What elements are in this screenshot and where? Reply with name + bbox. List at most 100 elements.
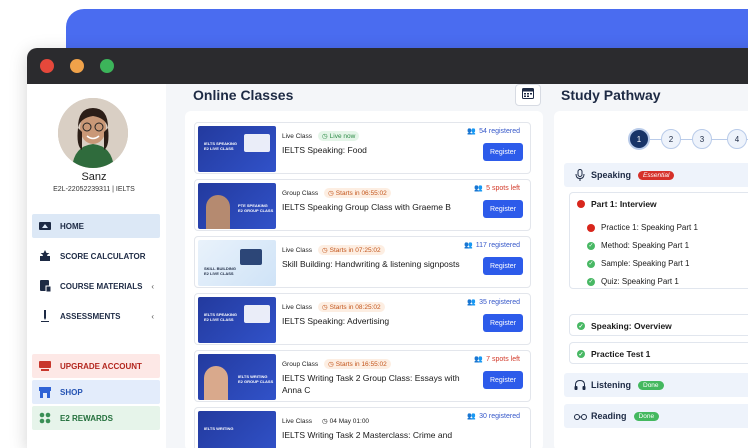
status-badge: ◷ Starts in 08:25:02 [317, 302, 385, 312]
upgrade-icon [39, 360, 51, 372]
pathway-item[interactable]: ✓ Method: Speaking Part 1 [587, 241, 689, 250]
clock-icon: ◷ [328, 361, 334, 368]
class-thumbnail: IELTS WRITING [198, 411, 276, 448]
class-type: Live Class [282, 303, 312, 311]
calendar-icon [522, 86, 534, 104]
status-text: Live now [329, 132, 356, 140]
step-4[interactable]: 4 [727, 129, 747, 149]
clock-icon: ◷ [328, 190, 334, 197]
users-icon: 👥 [467, 128, 477, 135]
step-1[interactable]: 1 [628, 128, 650, 150]
check-icon: ✓ [587, 277, 595, 286]
sidebar-item-e2-rewards[interactable]: E2 REWARDS [32, 406, 160, 430]
step-3[interactable]: 3 [692, 129, 712, 149]
incomplete-dot [587, 223, 595, 232]
section-listening[interactable]: Listening Done [564, 373, 748, 397]
register-button[interactable]: Register [483, 371, 523, 389]
registration-count-text: 35 registered [479, 298, 520, 306]
section-speaking[interactable]: Speaking Essential [564, 163, 748, 187]
pathway-item[interactable]: ✓ Sample: Speaking Part 1 [587, 259, 690, 268]
class-card[interactable]: IELTS WRITING E2 GROUP CLASS Group Class… [194, 350, 531, 402]
register-button[interactable]: Register [483, 200, 523, 218]
pencil-icon [39, 310, 51, 322]
status-badge: ◷ Starts in 06:55:02 [324, 188, 391, 198]
status-badge: ◷ Starts in 16:55:02 [324, 359, 391, 369]
live-icon: ◷ [321, 133, 328, 140]
part1-label: Part 1: Interview [591, 199, 657, 209]
practice-test-box[interactable]: ✓ Practice Test 1 [569, 342, 748, 364]
online-classes-panel: IELTS SPEAKING E2 LIVE CLASS Live Class … [185, 111, 543, 448]
status-text: Starts in 16:55:02 [335, 360, 387, 368]
class-card[interactable]: PTE SPEAKING E2 GROUP CLASS Group Class … [194, 179, 531, 231]
spots-left-text: 7 spots left [486, 355, 520, 363]
shop-icon [39, 386, 51, 398]
class-type: Group Class [282, 189, 319, 197]
registration-count-text: 30 registered [479, 412, 520, 420]
thumbnail-caption: PTE SPEAKING E2 GROUP CLASS [238, 203, 274, 213]
sidebar-item-shop[interactable]: SHOP [32, 380, 160, 404]
thumbnail-caption: IELTS SPEAKING E2 LIVE CLASS [204, 312, 238, 322]
class-thumbnail: SKILL BUILDING E2 LIVE CLASS [198, 240, 276, 286]
thumbnail-screen [244, 305, 270, 323]
thumbnail-teacher [204, 366, 228, 400]
chevron-left-icon: ‹ [151, 311, 154, 321]
section-label: Reading [591, 411, 627, 421]
registration-count: 👥 30 registered [467, 412, 520, 421]
class-card[interactable]: IELTS WRITING Live Class ◷ 04 May 01:00 I… [194, 407, 531, 448]
users-icon: 👥 [467, 299, 477, 306]
status-text: Starts in 08:25:02 [329, 303, 381, 311]
overview-label: Speaking: Overview [591, 321, 672, 331]
clock-icon: ◷ [321, 304, 328, 311]
pathway-item-label: Sample: Speaking Part 1 [601, 259, 690, 268]
sidebar-item-score-calculator[interactable]: SCORE CALCULATOR [32, 244, 160, 268]
spots-left: 👥 7 spots left [474, 355, 520, 364]
avatar[interactable] [58, 98, 128, 168]
step-2[interactable]: 2 [661, 129, 681, 149]
section-label: Listening [591, 380, 631, 390]
spots-left-text: 5 spots left [486, 184, 520, 192]
close-window-button[interactable] [40, 59, 54, 73]
class-card[interactable]: SKILL BUILDING E2 LIVE CLASS Live Class … [194, 236, 531, 288]
microphone-icon [574, 169, 586, 181]
users-icon: 👥 [464, 242, 473, 249]
calendar-button[interactable] [515, 84, 541, 106]
app-window: Sanz E2L-22052239311 | IELTS HOME SCORE … [27, 48, 748, 448]
users-icon: 👥 [467, 413, 477, 420]
title-bar [27, 48, 748, 84]
check-icon: ✓ [577, 350, 585, 358]
sidebar-item-label: COURSE MATERIALS [60, 281, 143, 291]
class-type: Live Class [282, 132, 312, 140]
maximize-window-button[interactable] [100, 59, 114, 73]
overview-box[interactable]: ✓ Speaking: Overview [569, 314, 748, 336]
pathway-item[interactable]: Practice 1: Speaking Part 1 [587, 223, 698, 232]
sidebar-item-course-materials[interactable]: COURSE MATERIALS ‹ [32, 274, 160, 298]
essential-badge: Essential [638, 170, 675, 180]
user-name: Sanz [81, 171, 107, 183]
pathway-item[interactable]: ✓ Quiz: Speaking Part 1 [587, 277, 679, 286]
registration-count: 👥 35 registered [467, 298, 520, 307]
status-badge: ◷ Live now [317, 131, 360, 141]
done-badge: Done [638, 380, 664, 390]
study-pathway-title: Study Pathway [561, 87, 661, 103]
thumbnail-caption: IELTS SPEAKING E2 LIVE CLASS [204, 141, 238, 151]
thumbnail-teacher [206, 195, 230, 229]
section-reading[interactable]: Reading Done [564, 404, 748, 428]
class-card[interactable]: IELTS SPEAKING E2 LIVE CLASS Live Class … [194, 122, 531, 174]
app-content: Sanz E2L-22052239311 | IELTS HOME SCORE … [27, 84, 748, 448]
overview-row: ✓ Speaking: Overview [577, 321, 672, 331]
sidebar-item-assessments[interactable]: ASSESSMENTS ‹ [32, 304, 160, 328]
part1-header[interactable]: Part 1: Interview [577, 199, 657, 209]
register-button[interactable]: Register [483, 314, 523, 332]
class-card[interactable]: IELTS SPEAKING E2 LIVE CLASS Live Class … [194, 293, 531, 345]
thumbnail-caption: IELTS WRITING [204, 426, 234, 431]
date-text: 04 May 01:00 [329, 417, 370, 425]
minimize-window-button[interactable] [70, 59, 84, 73]
class-thumbnail: PTE SPEAKING E2 GROUP CLASS [198, 183, 276, 229]
register-button[interactable]: Register [483, 143, 523, 161]
sidebar-item-label: SHOP [60, 387, 83, 397]
sidebar-item-home[interactable]: HOME [32, 214, 160, 238]
sidebar-item-upgrade-account[interactable]: UPGRADE ACCOUNT [32, 354, 160, 378]
register-button[interactable]: Register [483, 257, 523, 275]
thumbnail-screen [244, 134, 270, 152]
section-label: Speaking [591, 170, 632, 180]
